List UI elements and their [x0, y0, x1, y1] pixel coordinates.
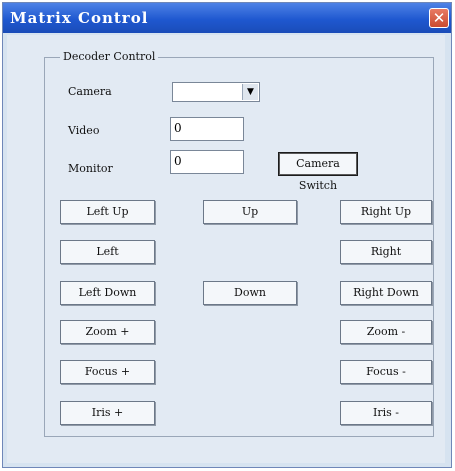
- up-button[interactable]: Up: [203, 200, 297, 224]
- video-input[interactable]: 0: [170, 117, 244, 141]
- zoom-plus-button[interactable]: Zoom +: [60, 320, 155, 344]
- right-down-button[interactable]: Right Down: [340, 281, 432, 305]
- right-button[interactable]: Right: [340, 240, 432, 264]
- monitor-input[interactable]: 0: [170, 150, 244, 174]
- title-bar[interactable]: Matrix Control ✕: [3, 3, 451, 33]
- left-button[interactable]: Left: [60, 240, 155, 264]
- chevron-down-icon[interactable]: ▼: [242, 84, 258, 100]
- close-icon: ✕: [432, 9, 446, 27]
- camera-switch-button[interactable]: Camera Switch: [278, 152, 358, 192]
- right-up-button[interactable]: Right Up: [340, 200, 432, 224]
- left-down-button[interactable]: Left Down: [60, 281, 155, 305]
- iris-minus-button[interactable]: Iris -: [340, 401, 432, 425]
- window-title: Matrix Control: [10, 9, 149, 27]
- focus-plus-button[interactable]: Focus +: [60, 360, 155, 384]
- zoom-minus-button[interactable]: Zoom -: [340, 320, 432, 344]
- group-legend: Decoder Control: [60, 50, 159, 63]
- focus-minus-button[interactable]: Focus -: [340, 360, 432, 384]
- down-button[interactable]: Down: [203, 281, 297, 305]
- iris-plus-button[interactable]: Iris +: [60, 401, 155, 425]
- left-up-button[interactable]: Left Up: [60, 200, 155, 224]
- camera-select[interactable]: ▼: [172, 82, 260, 102]
- monitor-label: Monitor: [68, 162, 113, 175]
- close-button[interactable]: ✕: [429, 8, 449, 28]
- video-label: Video: [68, 124, 100, 137]
- camera-label: Camera: [68, 85, 112, 98]
